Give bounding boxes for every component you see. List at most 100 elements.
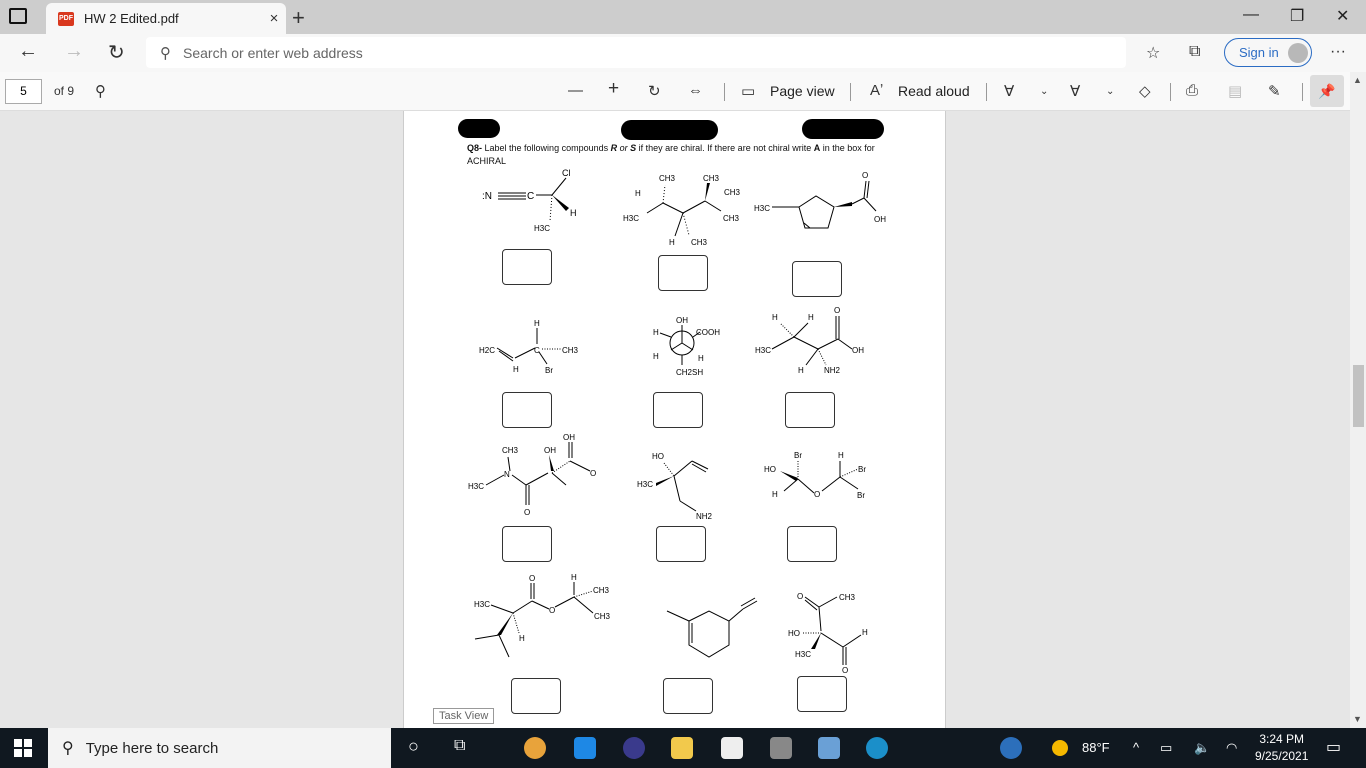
answer-box-10[interactable] bbox=[511, 678, 561, 714]
chevron-down-icon[interactable]: ⌄ bbox=[1040, 86, 1048, 97]
restore-button[interactable]: ❐ bbox=[1290, 6, 1304, 26]
svg-text:O: O bbox=[590, 469, 596, 478]
answer-box-6[interactable] bbox=[785, 392, 835, 428]
new-tab-button[interactable]: + bbox=[292, 5, 305, 31]
calculator-icon[interactable] bbox=[770, 737, 792, 759]
svg-text:O: O bbox=[549, 606, 555, 615]
volume-icon[interactable]: 🔈 bbox=[1194, 740, 1210, 756]
back-button[interactable]: ← bbox=[18, 40, 38, 63]
zoom-in-button[interactable]: + bbox=[608, 78, 619, 100]
task-view-icon[interactable]: ⧉ bbox=[454, 737, 465, 755]
answer-box-3[interactable] bbox=[792, 261, 842, 297]
answer-box-5[interactable] bbox=[653, 392, 703, 428]
answer-box-11[interactable] bbox=[663, 678, 713, 714]
print-icon[interactable]: ⎙ bbox=[1186, 82, 1198, 99]
clock[interactable]: 3:24 PM 9/25/2021 bbox=[1255, 731, 1308, 765]
eclipse-icon[interactable] bbox=[623, 737, 645, 759]
read-aloud-icon[interactable]: Aʼ bbox=[870, 82, 883, 99]
tab-close-button[interactable]: × bbox=[262, 10, 286, 27]
molecule-6: H H O H3C OH H NH2 bbox=[754, 306, 884, 381]
answer-box-12[interactable] bbox=[797, 676, 847, 712]
edge-icon[interactable] bbox=[866, 737, 888, 759]
minimize-button[interactable]: — bbox=[1243, 6, 1259, 24]
fit-page-icon[interactable]: ⇔ bbox=[688, 82, 703, 99]
redaction-mark bbox=[621, 120, 718, 140]
zoom-out-button[interactable]: — bbox=[568, 82, 583, 99]
favorites-icon[interactable]: ☆ bbox=[1146, 43, 1160, 63]
vertical-scrollbar[interactable]: ▲ ▼ bbox=[1350, 72, 1366, 728]
store-icon[interactable] bbox=[721, 737, 743, 759]
taskbar-search-placeholder: Type here to search bbox=[85, 739, 219, 757]
scroll-down-icon[interactable]: ▼ bbox=[1353, 714, 1362, 724]
sign-in-button[interactable]: Sign in bbox=[1224, 38, 1312, 67]
answer-box-4[interactable] bbox=[502, 392, 552, 428]
navigation-bar: ← → ↻ ⚲ Search or enter web address ☆ ⧉ … bbox=[0, 34, 1366, 72]
save-icon[interactable]: ▤ bbox=[1228, 82, 1242, 100]
molecule-10: O H CH3 CH3 O H3C H bbox=[469, 573, 619, 668]
find-icon[interactable]: ⚲ bbox=[95, 82, 106, 100]
tab-actions-icon[interactable] bbox=[9, 8, 27, 24]
svg-text:CH3: CH3 bbox=[562, 346, 579, 355]
svg-text:H3C: H3C bbox=[637, 480, 653, 489]
close-button[interactable]: ✕ bbox=[1336, 6, 1349, 26]
svg-text:C: C bbox=[534, 346, 540, 355]
svg-text:CH3: CH3 bbox=[659, 174, 676, 183]
tray-chevron-icon[interactable]: ^ bbox=[1133, 740, 1139, 755]
refresh-button[interactable]: ↻ bbox=[108, 40, 125, 65]
forward-button[interactable]: → bbox=[64, 40, 84, 63]
molecule-5: OH H COOH H H CH2SH bbox=[644, 315, 734, 382]
notifications-icon[interactable]: ▭ bbox=[1326, 737, 1341, 757]
chevron-down-icon[interactable]: ⌄ bbox=[1106, 86, 1114, 97]
pin-toolbar-icon[interactable]: 📌 bbox=[1310, 75, 1344, 107]
svg-text:H: H bbox=[798, 366, 804, 375]
svg-text:CH3: CH3 bbox=[724, 188, 741, 197]
pdf-viewer[interactable]: Q8- Label the following compounds R or S… bbox=[0, 111, 1366, 728]
file-explorer-icon[interactable] bbox=[671, 737, 693, 759]
rotate-icon[interactable]: ↻ bbox=[648, 82, 661, 100]
collections-icon[interactable]: ⧉ bbox=[1189, 43, 1200, 61]
cortana-icon[interactable]: ○ bbox=[408, 736, 419, 757]
weather-icon[interactable] bbox=[1052, 740, 1068, 756]
pdf-page: Q8- Label the following compounds R or S… bbox=[403, 111, 946, 728]
page-view-icon[interactable]: ▭ bbox=[741, 82, 755, 100]
notes-icon[interactable] bbox=[818, 737, 840, 759]
task-view-tooltip: Task View bbox=[433, 708, 495, 724]
scroll-thumb[interactable] bbox=[1353, 365, 1364, 427]
pdf-icon: PDF bbox=[58, 11, 74, 26]
page-number-input[interactable]: 5 bbox=[5, 79, 42, 104]
molecule-11 bbox=[639, 597, 759, 679]
windows-start-icon[interactable] bbox=[14, 739, 32, 757]
answer-box-8[interactable] bbox=[656, 526, 706, 562]
tab-active[interactable]: PDF HW 2 Edited.pdf × bbox=[46, 3, 286, 34]
weather-temp[interactable]: 88°F bbox=[1082, 740, 1110, 755]
redaction-mark bbox=[802, 119, 884, 139]
read-aloud-button[interactable]: Read aloud bbox=[898, 83, 970, 99]
tab-title: HW 2 Edited.pdf bbox=[84, 11, 179, 26]
answer-box-7[interactable] bbox=[502, 526, 552, 562]
svg-text:H3C: H3C bbox=[623, 214, 639, 223]
answer-box-9[interactable] bbox=[787, 526, 837, 562]
svg-text:CH2SH: CH2SH bbox=[676, 368, 703, 377]
wifi-icon[interactable]: ◠ bbox=[1226, 740, 1237, 756]
answer-box-1[interactable] bbox=[502, 249, 552, 285]
highlight-icon[interactable]: ∀ bbox=[1070, 82, 1080, 100]
draw-icon[interactable]: ∀ bbox=[1004, 82, 1014, 100]
taskbar-search[interactable]: ⚲ Type here to search bbox=[48, 728, 391, 768]
page-view-button[interactable]: Page view bbox=[770, 83, 835, 99]
battery-icon[interactable]: ▭ bbox=[1160, 740, 1172, 756]
eraser-icon[interactable]: ◇ bbox=[1139, 82, 1151, 100]
svg-text:OH: OH bbox=[874, 215, 886, 224]
svg-text:H3C: H3C bbox=[754, 204, 770, 213]
vscode-icon[interactable] bbox=[574, 737, 596, 759]
help-icon[interactable] bbox=[1000, 737, 1022, 759]
scroll-up-icon[interactable]: ▲ bbox=[1353, 75, 1362, 85]
more-icon[interactable]: ··· bbox=[1330, 43, 1346, 61]
svg-text:H: H bbox=[772, 490, 778, 499]
svg-text:Br: Br bbox=[794, 451, 802, 460]
address-bar[interactable]: ⚲ Search or enter web address bbox=[146, 37, 1126, 68]
svg-text:H: H bbox=[698, 354, 704, 363]
chrome-icon[interactable] bbox=[524, 737, 546, 759]
save-as-icon[interactable]: ✎ bbox=[1268, 82, 1281, 100]
answer-box-2[interactable] bbox=[658, 255, 708, 291]
svg-text::N: :N bbox=[482, 191, 492, 202]
